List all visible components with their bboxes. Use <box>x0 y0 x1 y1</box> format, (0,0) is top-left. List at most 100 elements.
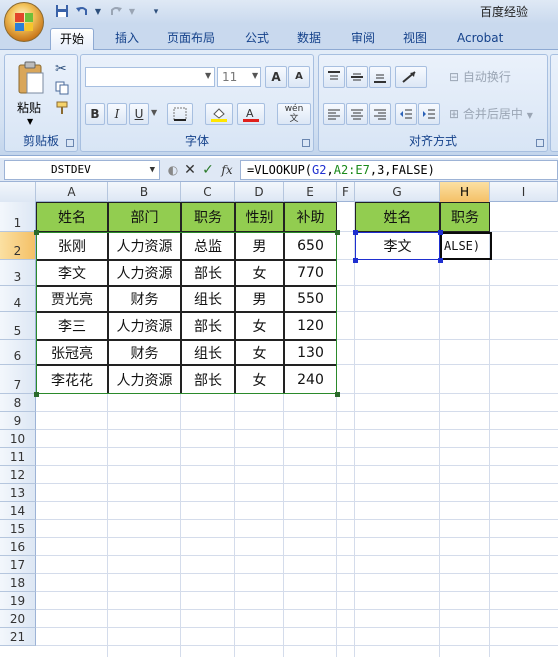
row-header-2[interactable]: 2 <box>0 232 36 260</box>
font-color-button[interactable]: A <box>237 103 265 125</box>
worksheet-grid[interactable]: ABCDEFGHI 1 2 3 4 5 6 7 8 9 10 11 12 13 14 15 16 17 18 19 2… <box>0 182 558 657</box>
row-header-14[interactable]: 14 <box>0 502 36 520</box>
underline-button[interactable]: U <box>129 103 149 125</box>
redo-icon[interactable] <box>108 4 124 20</box>
align-right-button[interactable] <box>369 103 391 125</box>
shrink-font-button[interactable]: A <box>288 66 310 88</box>
lookup-header-name[interactable]: 姓名 <box>355 202 440 232</box>
increase-indent-button[interactable] <box>418 103 440 125</box>
row-header-6[interactable]: 6 <box>0 340 36 365</box>
range-handle[interactable] <box>353 258 358 263</box>
column-header-i[interactable]: I <box>490 182 558 202</box>
alignment-launcher-icon[interactable] <box>536 139 544 147</box>
table-header-cell[interactable]: 补助 <box>284 202 337 232</box>
row-header-12[interactable]: 12 <box>0 466 36 484</box>
range-handle[interactable] <box>34 230 39 235</box>
formula-bar-collapse-icon[interactable]: ◐ <box>164 161 182 179</box>
table-header-cell[interactable]: 姓名 <box>36 202 108 232</box>
paste-icon[interactable] <box>17 61 45 97</box>
row-header-4[interactable]: 4 <box>0 286 36 312</box>
column-header-b[interactable]: B <box>108 182 181 202</box>
lookup-header-title[interactable]: 职务 <box>440 202 490 232</box>
row-header-16[interactable]: 16 <box>0 538 36 556</box>
redo-dropdown-icon[interactable]: ▼ <box>124 4 140 20</box>
select-all-corner[interactable] <box>0 182 36 202</box>
row-header-8[interactable]: 8 <box>0 394 36 412</box>
font-name-dropdown-icon[interactable]: ▼ <box>205 71 211 80</box>
borders-button[interactable] <box>167 103 193 125</box>
grow-font-button[interactable]: A <box>265 66 287 88</box>
insert-function-button[interactable]: fx <box>218 161 236 179</box>
align-center-button[interactable] <box>346 103 368 125</box>
table-header-cell[interactable]: 部门 <box>108 202 181 232</box>
paste-label[interactable]: 粘贴 <box>17 99 41 116</box>
range-handle[interactable] <box>34 392 39 397</box>
row-header-19[interactable]: 19 <box>0 592 36 610</box>
row-header-9[interactable]: 9 <box>0 412 36 430</box>
wrap-text-button[interactable]: ⊟ 自动换行 <box>449 68 511 85</box>
range-handle[interactable] <box>353 230 358 235</box>
active-edit-cell[interactable]: ALSE) <box>440 232 492 260</box>
save-icon[interactable] <box>54 4 70 20</box>
cancel-icon[interactable]: ✕ <box>181 161 199 179</box>
row-header-10[interactable]: 10 <box>0 430 36 448</box>
enter-icon[interactable]: ✓ <box>199 161 217 179</box>
office-button[interactable] <box>4 2 44 42</box>
row-header-15[interactable]: 15 <box>0 520 36 538</box>
row-header-17[interactable]: 17 <box>0 556 36 574</box>
column-header-a[interactable]: A <box>36 182 108 202</box>
range-handle[interactable] <box>438 230 443 235</box>
row-header-1[interactable]: 1 <box>0 202 36 232</box>
phonetic-button[interactable]: wén 文 <box>277 103 311 125</box>
table-header-cell[interactable]: 职务 <box>181 202 235 232</box>
font-name-combo[interactable] <box>85 67 215 87</box>
column-header-g[interactable]: G <box>355 182 440 202</box>
row-header-7[interactable]: 7 <box>0 365 36 394</box>
column-header-h[interactable]: H <box>440 182 490 202</box>
tab-view[interactable]: 视图 <box>394 28 436 50</box>
tab-insert[interactable]: 插入 <box>106 28 148 50</box>
undo-dropdown-icon[interactable]: ▼ <box>90 4 106 20</box>
format-painter-icon[interactable] <box>55 101 69 115</box>
underline-dropdown-icon[interactable]: ▼ <box>151 108 157 117</box>
fill-color-button[interactable] <box>205 103 233 125</box>
tab-page-layout[interactable]: 页面布局 <box>158 28 224 50</box>
align-left-button[interactable] <box>323 103 345 125</box>
tab-review[interactable]: 审阅 <box>342 28 384 50</box>
row-header-18[interactable]: 18 <box>0 574 36 592</box>
decrease-indent-button[interactable] <box>395 103 417 125</box>
merge-center-button[interactable]: ⊞ 合并后居中 ▼ <box>449 105 533 122</box>
clipboard-launcher-icon[interactable] <box>66 139 74 147</box>
row-header-20[interactable]: 20 <box>0 610 36 628</box>
align-middle-button[interactable] <box>346 66 368 88</box>
range-handle[interactable] <box>335 392 340 397</box>
range-handle[interactable] <box>335 230 340 235</box>
font-size-dropdown-icon[interactable]: ▼ <box>252 71 258 80</box>
tab-home[interactable]: 开始 <box>50 28 95 50</box>
tab-acrobat[interactable]: Acrobat <box>448 28 512 50</box>
tab-formulas[interactable]: 公式 <box>236 28 278 50</box>
name-box-dropdown-icon[interactable]: ▼ <box>150 161 155 179</box>
column-header-e[interactable]: E <box>284 182 337 202</box>
name-box[interactable]: DSTDEV ▼ <box>4 160 160 180</box>
column-header-d[interactable]: D <box>235 182 284 202</box>
column-header-f[interactable]: F <box>337 182 355 202</box>
undo-icon[interactable] <box>74 4 90 20</box>
column-header-c[interactable]: C <box>181 182 235 202</box>
paste-dropdown-icon[interactable]: ▼ <box>27 117 33 126</box>
range-handle[interactable] <box>438 258 443 263</box>
copy-icon[interactable] <box>55 81 69 95</box>
row-header-21[interactable]: 21 <box>0 628 36 646</box>
row-header-3[interactable]: 3 <box>0 260 36 286</box>
align-top-button[interactable] <box>323 66 345 88</box>
font-launcher-icon[interactable] <box>302 139 310 147</box>
orientation-button[interactable] <box>395 66 427 88</box>
row-header-13[interactable]: 13 <box>0 484 36 502</box>
italic-button[interactable]: I <box>107 103 127 125</box>
customize-qat-icon[interactable]: ▾ <box>148 4 164 20</box>
align-bottom-button[interactable] <box>369 66 391 88</box>
row-header-11[interactable]: 11 <box>0 448 36 466</box>
table-header-cell[interactable]: 性别 <box>235 202 284 232</box>
cut-icon[interactable]: ✂ <box>55 61 67 77</box>
bold-button[interactable]: B <box>85 103 105 125</box>
